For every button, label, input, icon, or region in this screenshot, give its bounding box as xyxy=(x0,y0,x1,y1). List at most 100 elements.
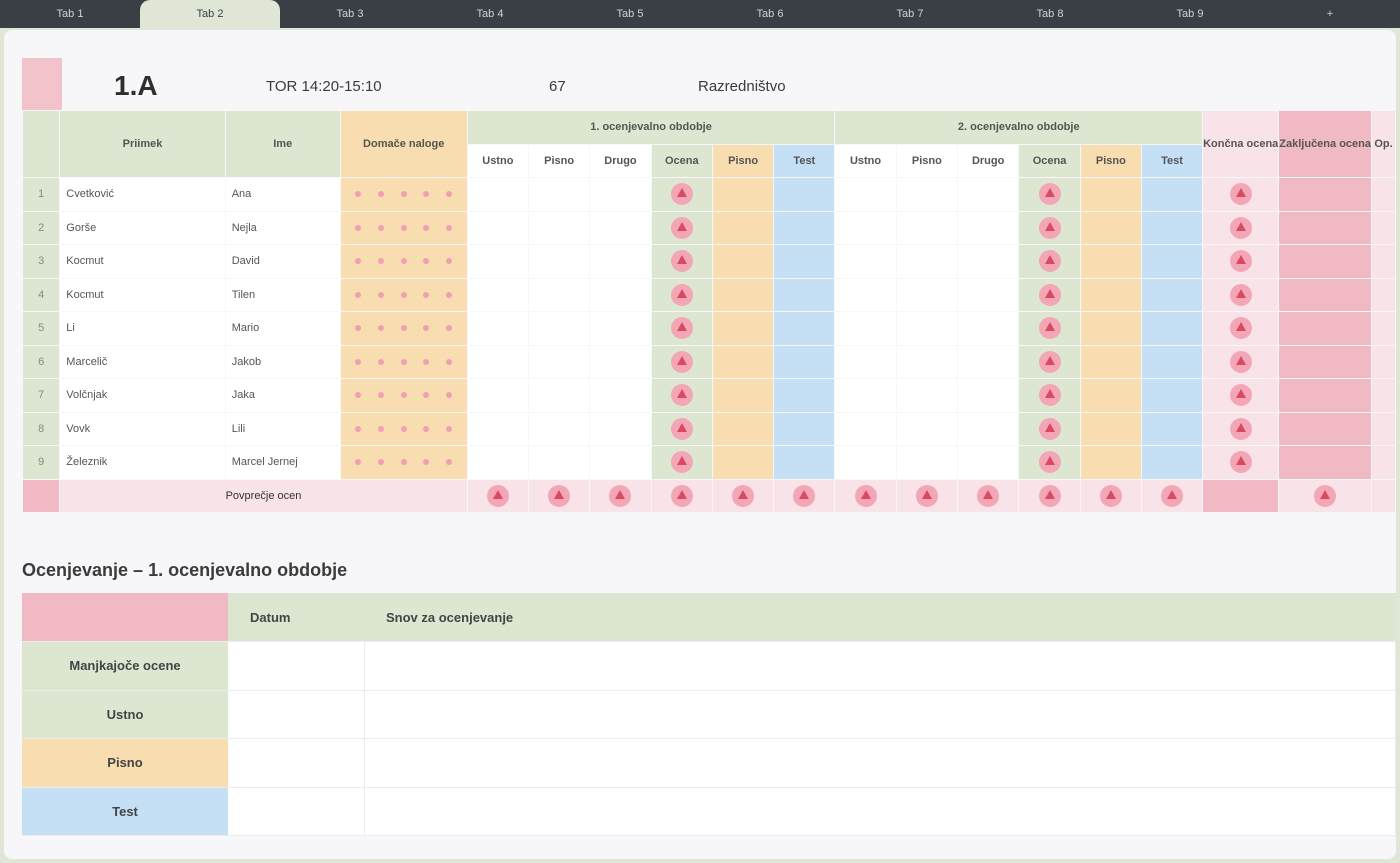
grade-cell[interactable] xyxy=(834,210,897,245)
closed-grade-cell[interactable] xyxy=(1278,277,1372,312)
final-grade-cell[interactable] xyxy=(1018,210,1081,245)
tab-8[interactable]: Tab 8 xyxy=(980,0,1120,28)
grade-cell[interactable] xyxy=(589,210,652,245)
final-grade-cell[interactable] xyxy=(1018,378,1081,413)
grade-cell[interactable] xyxy=(466,210,530,245)
grade-cell[interactable] xyxy=(895,244,958,279)
homework-dot[interactable] xyxy=(446,358,453,365)
written-cell[interactable] xyxy=(1079,311,1142,346)
grade-cell[interactable] xyxy=(895,411,958,446)
homework-dot[interactable] xyxy=(400,258,407,265)
extra-cell[interactable] xyxy=(1371,177,1396,212)
final-grade-cell[interactable] xyxy=(650,210,714,245)
grade-cell[interactable] xyxy=(834,344,897,379)
tab-4[interactable]: Tab 4 xyxy=(420,0,560,28)
homework-dot[interactable] xyxy=(377,459,384,466)
grade-cell[interactable] xyxy=(956,277,1020,312)
homework-dot[interactable] xyxy=(377,191,384,198)
final-grade-cell[interactable] xyxy=(1018,411,1081,446)
closed-grade-cell[interactable] xyxy=(1278,344,1372,379)
extra-cell[interactable] xyxy=(1371,344,1396,379)
final-grade-cell[interactable] xyxy=(650,411,714,446)
grade-cell[interactable] xyxy=(466,411,530,446)
homework-dot[interactable] xyxy=(377,392,384,399)
written-cell[interactable] xyxy=(1079,378,1142,413)
tab-9[interactable]: Tab 9 xyxy=(1120,0,1260,28)
extra-cell[interactable] xyxy=(1371,445,1396,480)
test-cell[interactable] xyxy=(773,244,836,279)
homework-cell[interactable] xyxy=(339,244,468,279)
grade-cell[interactable] xyxy=(895,378,958,413)
final-grade-cell[interactable] xyxy=(650,177,714,212)
grade-cell[interactable] xyxy=(589,411,652,446)
homework-cell[interactable] xyxy=(339,177,468,212)
homework-dot[interactable] xyxy=(355,224,362,231)
test-cell[interactable] xyxy=(773,177,836,212)
homework-cell[interactable] xyxy=(339,411,468,446)
homework-cell[interactable] xyxy=(339,311,468,346)
homework-dot[interactable] xyxy=(446,459,453,466)
grade-cell[interactable] xyxy=(589,244,652,279)
grade-cell[interactable] xyxy=(834,445,897,480)
written-cell[interactable] xyxy=(1079,244,1142,279)
homework-dot[interactable] xyxy=(446,191,453,198)
homework-dot[interactable] xyxy=(355,425,362,432)
final-grade-cell[interactable] xyxy=(650,378,714,413)
test-cell[interactable] xyxy=(773,210,836,245)
grade-cell[interactable] xyxy=(834,177,897,212)
test-cell[interactable] xyxy=(1140,177,1204,212)
grade-cell[interactable] xyxy=(895,311,958,346)
homework-dot[interactable] xyxy=(423,392,430,399)
grade-cell[interactable] xyxy=(466,344,530,379)
homework-dot[interactable] xyxy=(400,459,407,466)
final-grade-cell[interactable] xyxy=(1202,344,1280,379)
grade-cell[interactable] xyxy=(527,378,591,413)
test-cell[interactable] xyxy=(1140,411,1204,446)
homework-dot[interactable] xyxy=(377,224,384,231)
tab-3[interactable]: Tab 3 xyxy=(280,0,420,28)
grade-cell[interactable] xyxy=(527,244,591,279)
extra-cell[interactable] xyxy=(1371,311,1396,346)
final-grade-cell[interactable] xyxy=(1018,344,1081,379)
overview-date-cell[interactable] xyxy=(228,738,365,788)
test-cell[interactable] xyxy=(773,411,836,446)
overview-note-cell[interactable] xyxy=(364,787,1396,836)
homework-dot[interactable] xyxy=(355,258,362,265)
grade-cell[interactable] xyxy=(956,411,1020,446)
final-grade-cell[interactable] xyxy=(650,244,714,279)
homework-dot[interactable] xyxy=(355,191,362,198)
written-cell[interactable] xyxy=(711,244,775,279)
final-grade-cell[interactable] xyxy=(1018,445,1081,480)
written-cell[interactable] xyxy=(711,378,775,413)
overview-note-cell[interactable] xyxy=(364,690,1396,739)
grade-cell[interactable] xyxy=(527,277,591,312)
written-cell[interactable] xyxy=(1079,210,1142,245)
homework-dot[interactable] xyxy=(377,325,384,332)
homework-dot[interactable] xyxy=(423,358,430,365)
written-cell[interactable] xyxy=(711,277,775,312)
test-cell[interactable] xyxy=(1140,344,1204,379)
homework-dot[interactable] xyxy=(446,325,453,332)
homework-dot[interactable] xyxy=(423,291,430,298)
homework-cell[interactable] xyxy=(339,445,468,480)
homework-dot[interactable] xyxy=(400,358,407,365)
test-cell[interactable] xyxy=(773,344,836,379)
closed-grade-cell[interactable] xyxy=(1278,411,1372,446)
grade-cell[interactable] xyxy=(589,177,652,212)
final-grade-cell[interactable] xyxy=(1202,378,1280,413)
homework-dot[interactable] xyxy=(355,291,362,298)
test-cell[interactable] xyxy=(773,311,836,346)
test-cell[interactable] xyxy=(773,277,836,312)
written-cell[interactable] xyxy=(711,210,775,245)
test-cell[interactable] xyxy=(1140,445,1204,480)
homework-dot[interactable] xyxy=(377,425,384,432)
homework-dot[interactable] xyxy=(400,392,407,399)
final-grade-cell[interactable] xyxy=(1202,244,1280,279)
homework-dot[interactable] xyxy=(355,325,362,332)
test-cell[interactable] xyxy=(1140,277,1204,312)
homework-dot[interactable] xyxy=(423,425,430,432)
closed-grade-cell[interactable] xyxy=(1278,378,1372,413)
test-cell[interactable] xyxy=(1140,244,1204,279)
grade-cell[interactable] xyxy=(466,378,530,413)
test-cell[interactable] xyxy=(1140,210,1204,245)
